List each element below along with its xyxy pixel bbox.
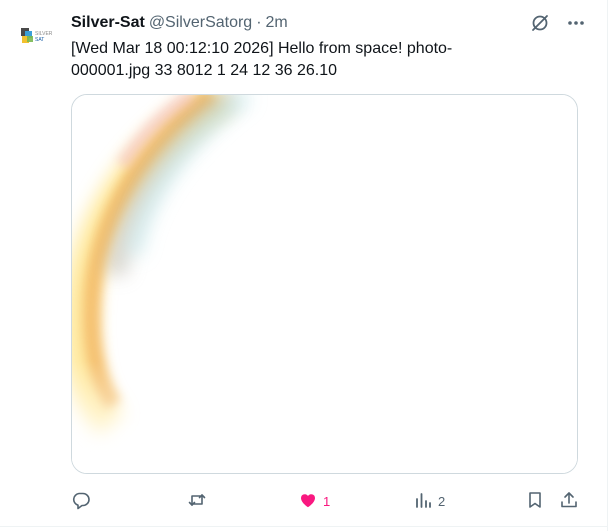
repost-button[interactable] [187, 487, 212, 515]
tweet-text: [Wed Mar 18 00:12:10 2026] Hello from sp… [71, 40, 453, 79]
tweet[interactable]: SILVER SAT Silver-Sat @SilverSatorg · 2m… [0, 0, 608, 531]
silversat-logo: SILVER SAT [21, 28, 53, 43]
author-name[interactable]: Silver-Sat [71, 14, 145, 32]
tweet-actions: 1 2 [71, 487, 581, 515]
grok-icon[interactable] [529, 12, 551, 34]
views-button[interactable]: 2 [413, 487, 445, 515]
reply-button[interactable] [71, 487, 96, 515]
logo-text-bottom: SAT [35, 37, 44, 43]
avatar[interactable]: SILVER SAT [15, 16, 55, 56]
like-icon [298, 490, 318, 513]
like-button[interactable]: 1 [298, 487, 330, 515]
tweet-top-actions [529, 12, 587, 34]
author-handle[interactable]: @SilverSatorg [149, 14, 252, 32]
views-count: 2 [438, 493, 446, 509]
tweet-header: Silver-Sat @SilverSatorg · 2m [71, 12, 288, 34]
timestamp[interactable]: 2m [266, 14, 288, 32]
tweet-media-image[interactable] [71, 94, 578, 474]
views-icon [413, 490, 433, 513]
more-icon[interactable] [565, 12, 587, 34]
repost-icon [187, 490, 207, 513]
separator: · [256, 14, 262, 31]
like-count: 1 [323, 493, 331, 509]
share-icon [559, 490, 579, 513]
share-button[interactable] [559, 487, 579, 515]
space-photo [72, 95, 577, 473]
bookmark-icon [525, 490, 545, 513]
reply-icon [71, 490, 91, 513]
divider [0, 526, 607, 527]
bookmark-button[interactable] [525, 487, 545, 515]
